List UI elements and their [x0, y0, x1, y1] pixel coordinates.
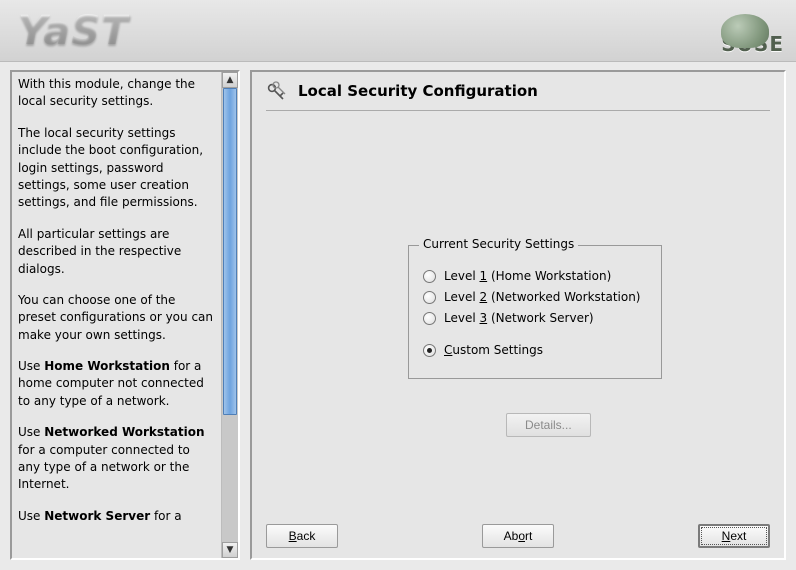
details-button[interactable]: Details... [506, 413, 591, 437]
brand-suse-logo: SUSE [721, 6, 784, 56]
main-area: With this module, change the local secur… [0, 62, 796, 570]
radio-indicator-icon [423, 344, 436, 357]
back-button[interactable]: Back [266, 524, 338, 548]
help-panel-inner: With this module, change the local secur… [12, 72, 238, 558]
help-paragraph: With this module, change the local secur… [18, 76, 215, 111]
app-header: YaST SUSE [0, 0, 796, 62]
help-paragraph: You can choose one of the preset configu… [18, 292, 215, 344]
radio-level-1[interactable]: Level 1 (Home Workstation) [423, 269, 647, 283]
radio-level-2[interactable]: Level 2 (Networked Workstation) [423, 290, 647, 304]
group-legend: Current Security Settings [419, 237, 578, 251]
abort-button[interactable]: Abort [482, 524, 554, 548]
page-title: Local Security Configuration [298, 82, 538, 100]
security-settings-group: Current Security Settings Level 1 (Home … [408, 245, 662, 379]
radio-label: Level 2 (Networked Workstation) [444, 290, 641, 304]
next-button[interactable]: Next [698, 524, 770, 548]
brand-yast-text: YaST [18, 8, 129, 54]
help-paragraph: Use Home Workstation for a home computer… [18, 358, 215, 410]
help-paragraph: Use Networked Workstation for a computer… [18, 424, 215, 494]
brand-yast-logo: YaST [18, 8, 129, 54]
scroll-up-arrow-icon[interactable]: ▲ [222, 72, 238, 88]
radio-indicator-icon [423, 312, 436, 325]
help-paragraph: All particular settings are described in… [18, 226, 215, 278]
radio-level-3[interactable]: Level 3 (Network Server) [423, 311, 647, 325]
content-panel: Local Security Configuration Current Sec… [250, 70, 786, 560]
radio-indicator-icon [423, 270, 436, 283]
radio-custom-settings[interactable]: Custom Settings [423, 343, 647, 357]
scroll-down-arrow-icon[interactable]: ▼ [222, 542, 238, 558]
radio-label: Level 3 (Network Server) [444, 311, 594, 325]
radio-label: Custom Settings [444, 343, 543, 357]
page-title-row: Local Security Configuration [266, 80, 770, 111]
help-text: With this module, change the local secur… [12, 72, 221, 558]
wizard-button-row: Back Abort Next [266, 518, 770, 548]
scroll-thumb[interactable] [223, 88, 237, 415]
radio-indicator-icon [423, 291, 436, 304]
help-paragraph: Use Network Server for a [18, 508, 215, 525]
help-paragraph: The local security settings include the … [18, 125, 215, 212]
keys-icon [266, 80, 288, 102]
content-body: Current Security Settings Level 1 (Home … [266, 115, 770, 518]
radio-label: Level 1 (Home Workstation) [444, 269, 611, 283]
chameleon-icon [721, 14, 769, 48]
help-panel: With this module, change the local secur… [10, 70, 240, 560]
help-scrollbar[interactable]: ▲ ▼ [221, 72, 238, 558]
scroll-track[interactable] [222, 88, 238, 542]
